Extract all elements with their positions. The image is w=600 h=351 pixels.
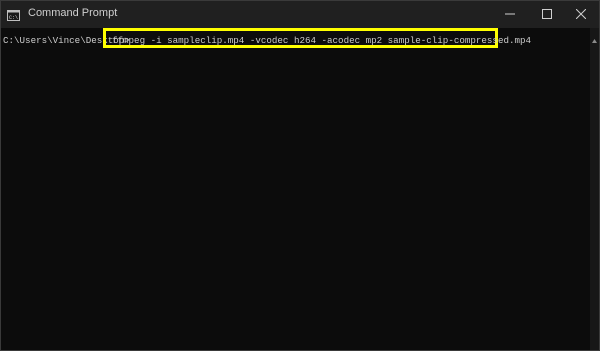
ffmpeg-command-text: ffmpeg -i sampleclip.mp4 -vcodec h264 -a… xyxy=(112,35,532,46)
maximize-button[interactable] xyxy=(530,1,565,28)
cmd-icon[interactable]: C:\ xyxy=(7,8,20,21)
minimize-button[interactable] xyxy=(493,1,528,28)
minimize-icon xyxy=(505,13,515,15)
close-icon xyxy=(576,9,586,19)
svg-text:C:\: C:\ xyxy=(9,15,18,21)
vertical-scrollbar[interactable] xyxy=(590,28,599,350)
window-title: Command Prompt xyxy=(28,7,118,19)
title-bar[interactable]: C:\ Command Prompt xyxy=(1,1,599,28)
console-output[interactable]: C:\Users\Vince\Desktop> xyxy=(1,28,590,350)
maximize-icon xyxy=(542,9,552,19)
command-prompt-window: C:\ Command Prompt C:\Users\Vince\Deskto… xyxy=(0,0,600,351)
scroll-up-arrow-icon[interactable] xyxy=(590,32,599,43)
close-button[interactable] xyxy=(564,1,599,28)
